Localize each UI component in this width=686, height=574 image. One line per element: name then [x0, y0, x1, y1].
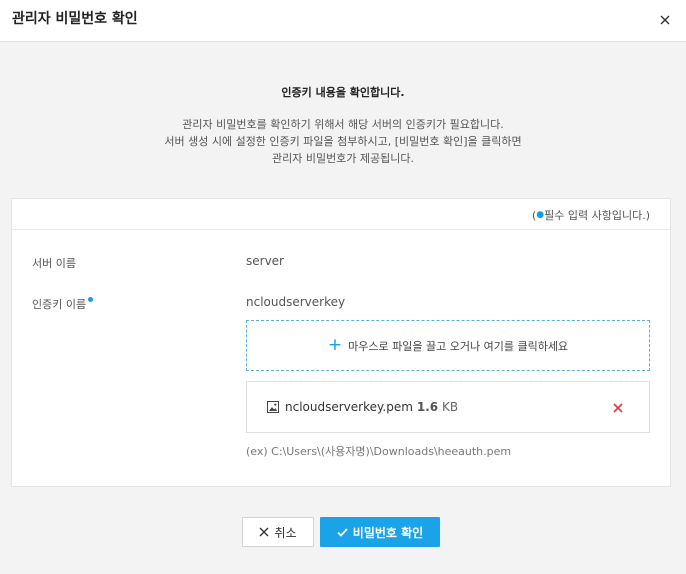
auth-key-label-row: 인증키 이름: [32, 296, 94, 312]
close-button[interactable]: [654, 9, 676, 31]
path-example: (ex) C:\Users\(사용자명)\Downloads\heeauth.p…: [246, 445, 512, 458]
plus-icon: +: [327, 335, 343, 355]
server-name-value: server: [246, 254, 284, 268]
close-icon: [660, 15, 670, 25]
required-dot-icon: ●: [536, 210, 545, 220]
confirm-label: 비밀번호 확인: [352, 525, 424, 540]
check-icon: [337, 527, 348, 537]
required-note-text: 필수 입력 사항입니다.): [544, 209, 650, 222]
intro-description: 관리자 비밀번호를 확인하기 위해서 해당 서버의 인증키가 필요합니다. 서버…: [0, 116, 686, 167]
required-dot-icon: [88, 297, 94, 302]
auth-key-label: 인증키 이름: [32, 298, 87, 311]
close-icon: [613, 403, 623, 413]
remove-file-button[interactable]: [610, 400, 626, 416]
attached-file: ncloudserverkey.pem 1.6 KB: [246, 381, 650, 433]
file-name-row: ncloudserverkey.pem 1.6 KB: [285, 400, 458, 414]
file-name: ncloudserverkey.pem: [285, 400, 413, 414]
image-file-icon: [267, 401, 279, 413]
intro-heading: 인증키 내용을 확인합니다.: [281, 86, 405, 99]
intro-line: 관리자 비밀번호를 확인하기 위해서 해당 서버의 인증키가 필요합니다.: [182, 118, 504, 131]
divider: [12, 229, 670, 230]
confirm-password-button[interactable]: 비밀번호 확인: [320, 517, 440, 547]
dropzone-text: 마우스로 파일을 끌고 오거나 여기를 클릭하세요: [348, 339, 569, 353]
cancel-button[interactable]: 취소: [242, 517, 314, 547]
cancel-label: 취소: [274, 525, 297, 540]
close-icon: [259, 527, 269, 537]
form-card: (●필수 입력 사항입니다.) 서버 이름 server 인증키 이름 nclo…: [11, 198, 671, 487]
dialog-header: 관리자 비밀번호 확인: [0, 0, 686, 42]
server-name-label: 서버 이름: [32, 257, 76, 270]
file-size: 1.6: [416, 400, 439, 414]
auth-key-value: ncloudserverkey: [246, 295, 346, 309]
required-note: (●필수 입력 사항입니다.): [532, 207, 650, 223]
intro-line: 서버 생성 시에 설정한 인증키 파일을 첨부하시고, [비밀번호 확인]을 클…: [164, 135, 522, 148]
file-size-unit: KB: [441, 400, 459, 414]
intro-line: 관리자 비밀번호가 제공됩니다.: [271, 152, 415, 165]
file-dropzone[interactable]: + 마우스로 파일을 끌고 오거나 여기를 클릭하세요: [246, 320, 650, 371]
dialog-title: 관리자 비밀번호 확인: [12, 11, 138, 27]
